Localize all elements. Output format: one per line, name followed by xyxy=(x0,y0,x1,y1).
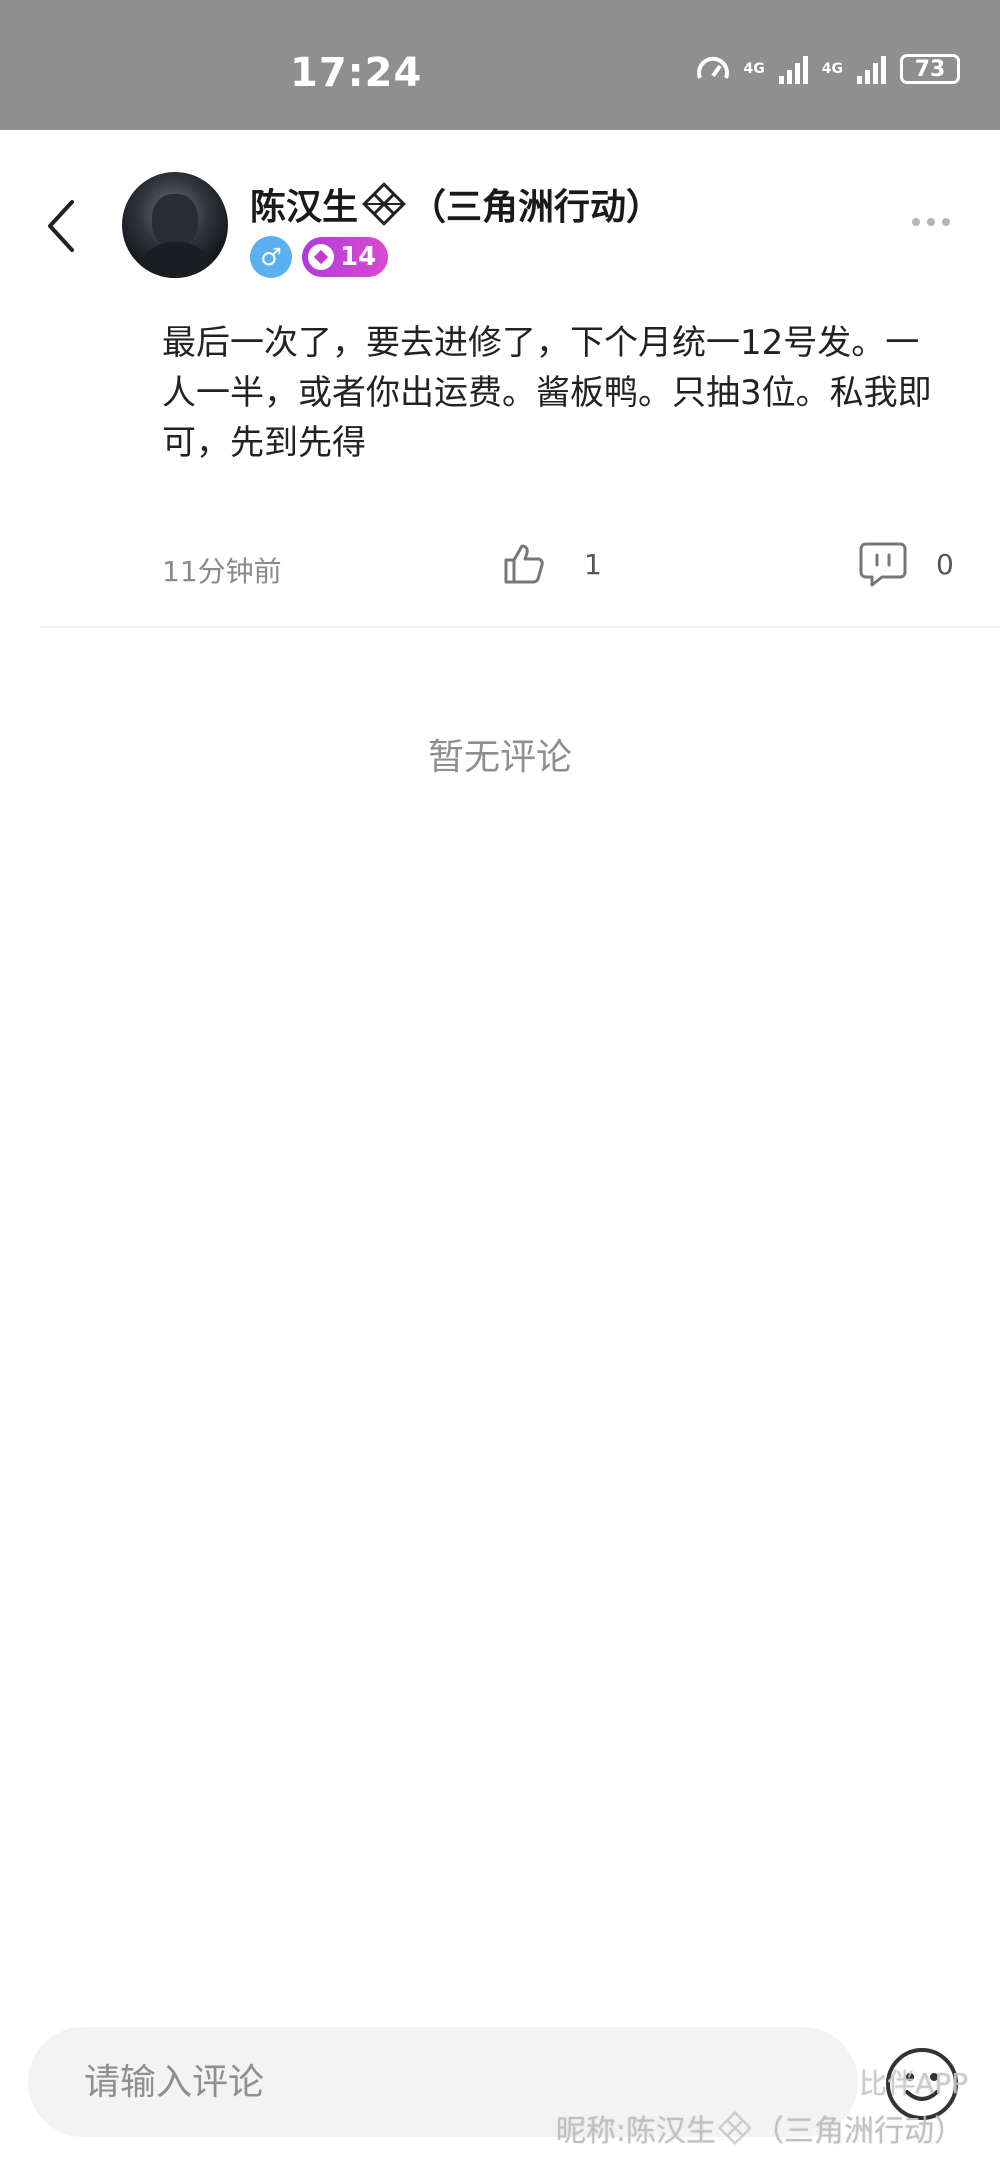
username-main: 陈汉生 xyxy=(250,187,359,228)
avatar[interactable] xyxy=(122,172,228,278)
post-time: 11分钟前 xyxy=(162,555,282,588)
thumbs-up-icon xyxy=(504,544,544,584)
back-arrow-icon[interactable] xyxy=(42,198,82,254)
empty-comments-text: 暂无评论 xyxy=(427,737,572,778)
game-emblem-icon xyxy=(362,182,406,226)
status-bar: 17:24 4G 4G 73 xyxy=(0,0,1000,130)
comment-button[interactable]: 0 xyxy=(858,540,954,588)
divider xyxy=(40,626,1000,628)
signal-icon-2 xyxy=(857,54,886,84)
status-time: 17:24 xyxy=(290,50,423,96)
comment-icon xyxy=(859,542,907,587)
username-suffix: （三角洲行动） xyxy=(410,187,663,228)
like-count: 1 xyxy=(584,547,602,581)
more-icon[interactable] xyxy=(912,218,950,226)
battery-indicator: 73 xyxy=(900,54,960,84)
comment-count: 0 xyxy=(936,547,954,581)
watermark-app: 比伴APP xyxy=(859,2067,968,2100)
watermark-nickname: 昵称:陈汉生 （三角洲行动） xyxy=(556,2106,964,2150)
speed-icon xyxy=(696,56,729,79)
level-value: 14 xyxy=(340,242,377,272)
status-icons: 4G 4G 73 xyxy=(696,54,960,84)
game-emblem-icon xyxy=(718,2111,752,2145)
signal-icon-1 xyxy=(778,54,808,84)
post-meta: 11分钟前 1 0 xyxy=(162,540,962,590)
watermark-nick-prefix: 昵称:陈汉生 xyxy=(555,2114,716,2149)
like-button[interactable]: 1 xyxy=(500,540,602,588)
battery-level: 73 xyxy=(914,56,946,82)
gender-male-icon: ♂ xyxy=(250,236,292,278)
user-badges: ♂ 14 xyxy=(250,236,389,278)
username[interactable]: 陈汉生 （三角洲行动） xyxy=(250,178,662,230)
level-badge: 14 xyxy=(302,237,389,277)
watermark-nick-suffix: （三角洲行动） xyxy=(754,2114,964,2149)
network-label-2: 4G xyxy=(821,61,843,77)
network-label-1: 4G xyxy=(743,61,765,77)
diamond-icon xyxy=(308,244,334,270)
post-text: 最后一次了，要去进修了，下个月统一12号发。一人一半，或者你出运费。酱板鸭。只抽… xyxy=(162,323,932,463)
